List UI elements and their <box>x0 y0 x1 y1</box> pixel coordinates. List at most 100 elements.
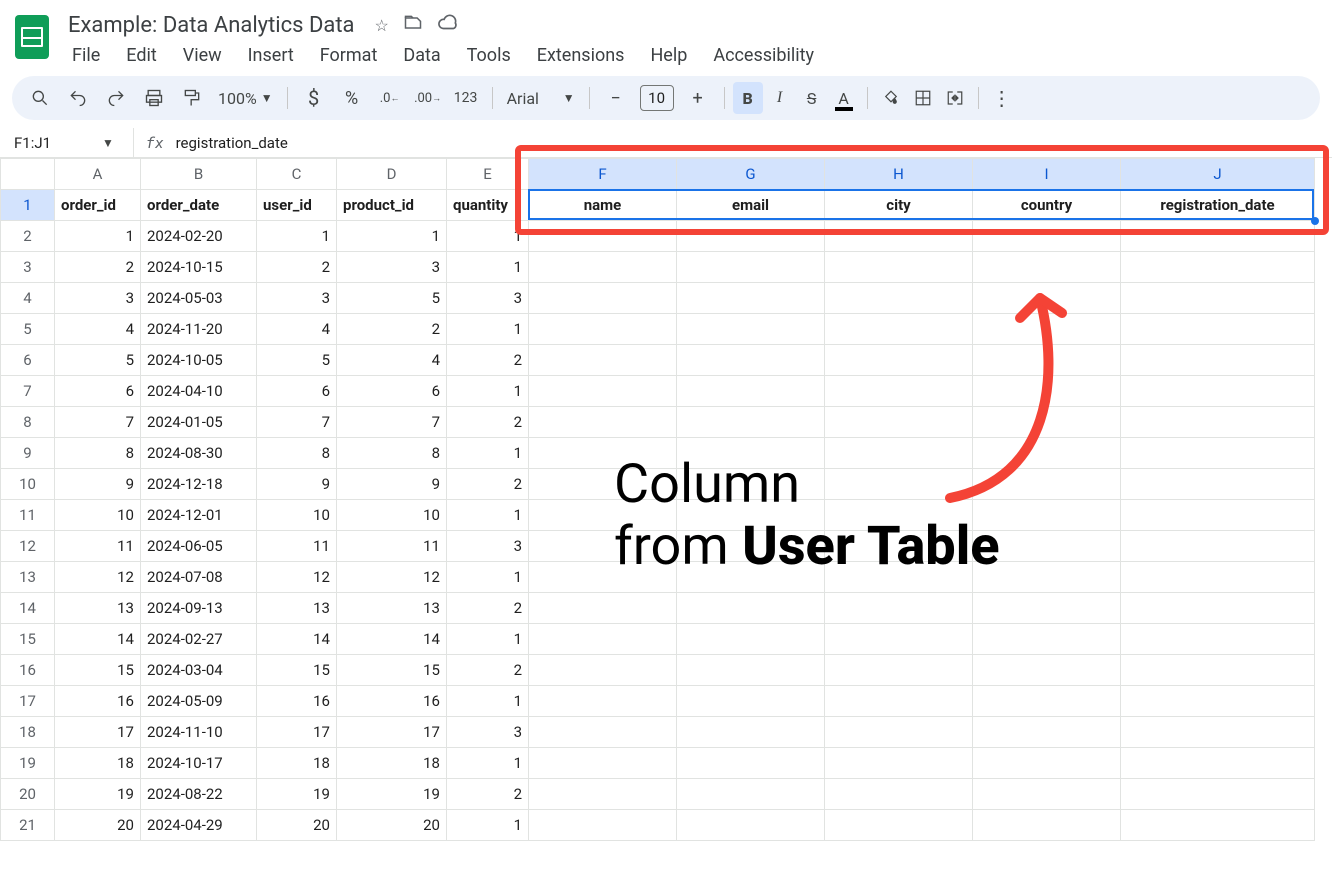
cell-I16[interactable] <box>973 655 1121 686</box>
cell-B9[interactable]: 2024-08-30 <box>141 438 257 469</box>
merge-cells-button[interactable] <box>940 82 970 114</box>
col-header-H[interactable]: H <box>825 159 973 190</box>
cell-A1[interactable]: order_id <box>55 190 141 221</box>
cell-G21[interactable] <box>677 810 825 841</box>
increase-decimal-icon[interactable]: .00→ <box>410 82 446 114</box>
cell-C6[interactable]: 5 <box>257 345 337 376</box>
cell-A5[interactable]: 4 <box>55 314 141 345</box>
cell-A13[interactable]: 12 <box>55 562 141 593</box>
cell-C9[interactable]: 8 <box>257 438 337 469</box>
cell-B12[interactable]: 2024-06-05 <box>141 531 257 562</box>
cell-A8[interactable]: 7 <box>55 407 141 438</box>
cell-H19[interactable] <box>825 748 973 779</box>
cell-E7[interactable]: 1 <box>447 376 529 407</box>
row-header-1[interactable]: 1 <box>1 190 55 221</box>
cell-G4[interactable] <box>677 283 825 314</box>
cell-F18[interactable] <box>529 717 677 748</box>
cell-E10[interactable]: 2 <box>447 469 529 500</box>
redo-icon[interactable] <box>98 82 134 114</box>
cell-I7[interactable] <box>973 376 1121 407</box>
cell-D11[interactable]: 10 <box>337 500 447 531</box>
row-header-2[interactable]: 2 <box>1 221 55 252</box>
cell-G2[interactable] <box>677 221 825 252</box>
cell-I14[interactable] <box>973 593 1121 624</box>
cell-G18[interactable] <box>677 717 825 748</box>
cell-E15[interactable]: 1 <box>447 624 529 655</box>
cell-D16[interactable]: 15 <box>337 655 447 686</box>
cell-C14[interactable]: 13 <box>257 593 337 624</box>
cell-J9[interactable] <box>1121 438 1315 469</box>
cell-J6[interactable] <box>1121 345 1315 376</box>
strikethrough-button[interactable]: S <box>797 82 827 114</box>
cell-D17[interactable]: 16 <box>337 686 447 717</box>
name-box-input[interactable] <box>14 134 94 152</box>
menu-file[interactable]: File <box>62 41 110 70</box>
cell-H2[interactable] <box>825 221 973 252</box>
cell-J7[interactable] <box>1121 376 1315 407</box>
cell-E8[interactable]: 2 <box>447 407 529 438</box>
cell-A7[interactable]: 6 <box>55 376 141 407</box>
cell-H3[interactable] <box>825 252 973 283</box>
cell-C11[interactable]: 10 <box>257 500 337 531</box>
row-header-4[interactable]: 4 <box>1 283 55 314</box>
cell-A14[interactable]: 13 <box>55 593 141 624</box>
row-header-10[interactable]: 10 <box>1 469 55 500</box>
font-size-input[interactable] <box>640 85 674 111</box>
col-header-I[interactable]: I <box>973 159 1121 190</box>
cell-A2[interactable]: 1 <box>55 221 141 252</box>
cell-B19[interactable]: 2024-10-17 <box>141 748 257 779</box>
cell-A3[interactable]: 2 <box>55 252 141 283</box>
cell-J21[interactable] <box>1121 810 1315 841</box>
cell-C4[interactable]: 3 <box>257 283 337 314</box>
cell-F2[interactable] <box>529 221 677 252</box>
cell-A17[interactable]: 16 <box>55 686 141 717</box>
cell-F8[interactable] <box>529 407 677 438</box>
cell-D19[interactable]: 18 <box>337 748 447 779</box>
row-header-21[interactable]: 21 <box>1 810 55 841</box>
cell-A15[interactable]: 14 <box>55 624 141 655</box>
menu-data[interactable]: Data <box>393 41 450 70</box>
search-menus-icon[interactable] <box>22 82 58 114</box>
cell-E16[interactable]: 2 <box>447 655 529 686</box>
cell-C5[interactable]: 4 <box>257 314 337 345</box>
cell-B5[interactable]: 2024-11-20 <box>141 314 257 345</box>
cell-F6[interactable] <box>529 345 677 376</box>
col-header-J[interactable]: J <box>1121 159 1315 190</box>
row-header-12[interactable]: 12 <box>1 531 55 562</box>
cell-B1[interactable]: order_date <box>141 190 257 221</box>
cell-E14[interactable]: 2 <box>447 593 529 624</box>
cell-J20[interactable] <box>1121 779 1315 810</box>
cell-A20[interactable]: 19 <box>55 779 141 810</box>
cell-D5[interactable]: 2 <box>337 314 447 345</box>
move-icon[interactable] <box>403 13 423 37</box>
cell-J4[interactable] <box>1121 283 1315 314</box>
cell-H5[interactable] <box>825 314 973 345</box>
cell-J14[interactable] <box>1121 593 1315 624</box>
cell-E6[interactable]: 2 <box>447 345 529 376</box>
cell-F15[interactable] <box>529 624 677 655</box>
cell-H4[interactable] <box>825 283 973 314</box>
name-box-dropdown-icon[interactable]: ▼ <box>102 136 114 150</box>
cell-F17[interactable] <box>529 686 677 717</box>
cell-A16[interactable]: 15 <box>55 655 141 686</box>
menu-format[interactable]: Format <box>310 41 388 70</box>
cell-D2[interactable]: 1 <box>337 221 447 252</box>
cell-E12[interactable]: 3 <box>447 531 529 562</box>
cell-A18[interactable]: 17 <box>55 717 141 748</box>
cell-J19[interactable] <box>1121 748 1315 779</box>
cell-A12[interactable]: 11 <box>55 531 141 562</box>
menu-accessibility[interactable]: Accessibility <box>703 41 824 70</box>
menu-tools[interactable]: Tools <box>457 41 521 70</box>
cell-J1[interactable]: registration_date <box>1121 190 1315 221</box>
cell-I5[interactable] <box>973 314 1121 345</box>
cell-C21[interactable]: 20 <box>257 810 337 841</box>
menu-help[interactable]: Help <box>640 41 697 70</box>
cell-J15[interactable] <box>1121 624 1315 655</box>
cell-F3[interactable] <box>529 252 677 283</box>
cell-B2[interactable]: 2024-02-20 <box>141 221 257 252</box>
cell-B3[interactable]: 2024-10-15 <box>141 252 257 283</box>
cell-H6[interactable] <box>825 345 973 376</box>
decrease-decimal-icon[interactable]: .0← <box>372 82 408 114</box>
col-header-D[interactable]: D <box>337 159 447 190</box>
cell-H1[interactable]: city <box>825 190 973 221</box>
